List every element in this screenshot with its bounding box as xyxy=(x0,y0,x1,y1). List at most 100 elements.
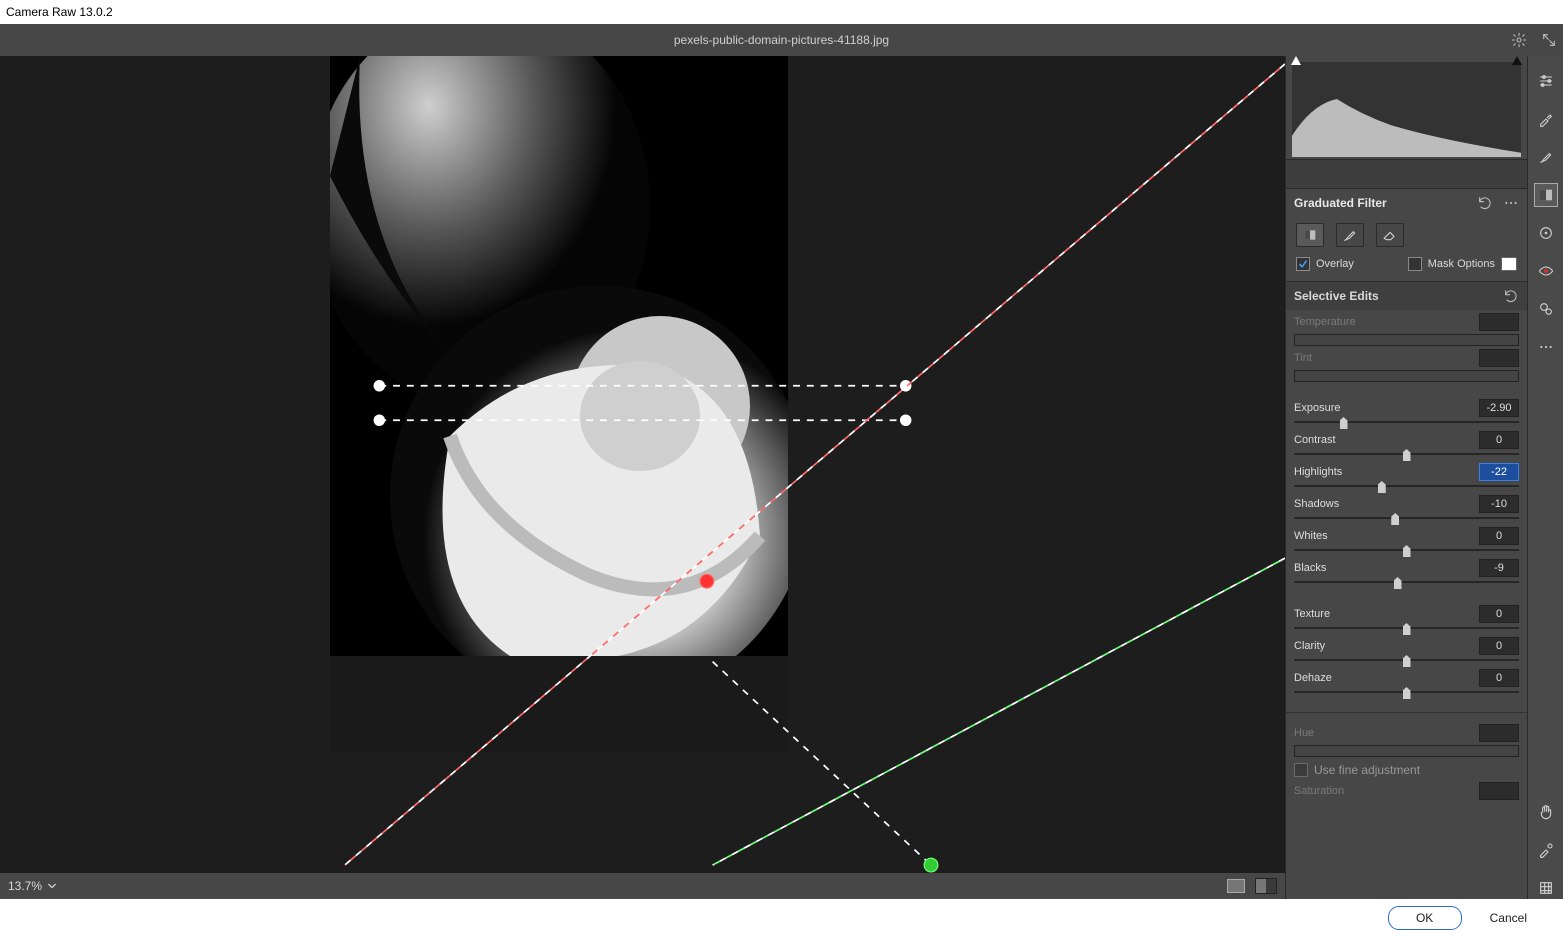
mask-color-swatch[interactable] xyxy=(1501,257,1517,271)
contrast-slider[interactable]: Contrast0 xyxy=(1294,432,1519,460)
slider-label: Dehaze xyxy=(1294,672,1332,684)
redeye-icon[interactable] xyxy=(1535,260,1557,282)
right-toolstrip xyxy=(1527,56,1563,899)
highlights-value[interactable]: -22 xyxy=(1479,463,1519,481)
slider-track[interactable] xyxy=(1294,416,1519,428)
workspace: 13.7% xyxy=(0,56,1563,899)
split-view-icon[interactable] xyxy=(1255,878,1277,894)
cancel-button[interactable]: Cancel xyxy=(1490,911,1527,925)
erase-mask-icon[interactable] xyxy=(1376,223,1404,247)
slider-track[interactable] xyxy=(1294,654,1519,666)
exposure-slider[interactable]: Exposure -2.90 xyxy=(1294,400,1519,428)
blacks-slider[interactable]: Blacks -9 xyxy=(1294,560,1519,588)
slider-label: Exposure xyxy=(1294,402,1340,414)
overlay-label: Overlay xyxy=(1316,258,1354,270)
selective-edits-title: Selective Edits xyxy=(1294,289,1379,303)
zoom-value: 13.7% xyxy=(8,879,42,893)
adjustments-scrollpane[interactable]: Selective Edits Temperature xyxy=(1286,281,1527,899)
tint-value xyxy=(1479,349,1519,367)
shadow-clip-icon[interactable] xyxy=(1290,56,1302,66)
whites-slider[interactable]: Whites 0 xyxy=(1294,528,1519,556)
more-icon[interactable] xyxy=(1503,195,1519,211)
ok-button[interactable]: OK xyxy=(1388,906,1462,930)
slider-track xyxy=(1294,370,1519,382)
zoom-dropdown[interactable]: 13.7% xyxy=(0,879,64,893)
shadows-slider[interactable]: Shadows -10 xyxy=(1294,496,1519,524)
before-after-toggle-icon[interactable] xyxy=(1227,879,1245,893)
blacks-value[interactable]: -9 xyxy=(1479,559,1519,577)
highlight-clip-icon[interactable] xyxy=(1511,56,1523,66)
slider-label: Highlights xyxy=(1294,466,1342,478)
brush-mask-icon[interactable] xyxy=(1336,223,1364,247)
window-title: Camera Raw 13.0.2 xyxy=(6,5,113,19)
overlay-checkbox[interactable]: Overlay xyxy=(1296,257,1354,271)
main-area: pexels-public-domain-pictures-41188.jpg xyxy=(0,24,1563,899)
hand-tool-icon[interactable] xyxy=(1535,801,1557,823)
slider-track[interactable] xyxy=(1294,544,1519,556)
slider-label: Texture xyxy=(1294,608,1330,620)
slider-track[interactable] xyxy=(1294,512,1519,524)
fine-adjustment-checkbox: Use fine adjustment xyxy=(1294,763,1519,777)
graduated-filter-icon[interactable] xyxy=(1535,184,1557,206)
fullscreen-icon[interactable] xyxy=(1541,32,1557,48)
slider-label: Blacks xyxy=(1294,562,1326,574)
mask-options-checkbox[interactable]: Mask Options xyxy=(1408,257,1517,271)
grid-icon[interactable] xyxy=(1535,877,1557,899)
settings-icon[interactable] xyxy=(1511,32,1527,48)
panel-spacer xyxy=(1286,159,1527,189)
clarity-value[interactable]: 0 xyxy=(1479,637,1519,655)
reset-section-icon[interactable] xyxy=(1503,288,1519,304)
dehaze-slider[interactable]: Dehaze 0 xyxy=(1294,670,1519,698)
texture-value[interactable]: 0 xyxy=(1479,605,1519,623)
mask-mode-row xyxy=(1286,217,1527,253)
highlights-slider[interactable]: Highlights -22 xyxy=(1294,464,1519,492)
slider-track xyxy=(1294,334,1519,346)
temperature-slider: Temperature xyxy=(1294,314,1519,346)
more-tools-icon[interactable] xyxy=(1535,336,1557,358)
spot-removal-icon[interactable] xyxy=(1535,298,1557,320)
dehaze-value[interactable]: 0 xyxy=(1479,669,1519,687)
hue-value xyxy=(1479,724,1519,742)
whites-value[interactable]: 0 xyxy=(1479,527,1519,545)
detail-sliders: Texture0Clarity0Dehaze0 xyxy=(1286,602,1527,712)
eyedropper-icon[interactable] xyxy=(1535,108,1557,130)
clarity-slider[interactable]: Clarity0 xyxy=(1294,638,1519,666)
checkbox-icon xyxy=(1296,257,1310,271)
saturation-value xyxy=(1479,782,1519,800)
color-sampler-icon[interactable] xyxy=(1535,839,1557,861)
checkbox-icon xyxy=(1408,257,1422,271)
mask-options-label: Mask Options xyxy=(1428,258,1495,270)
slider-label: Whites xyxy=(1294,530,1328,542)
radial-filter-icon[interactable] xyxy=(1535,222,1557,244)
hue-sat-disabled: Hue Use fine adjustment Saturation xyxy=(1286,712,1527,813)
slider-track[interactable] xyxy=(1294,622,1519,634)
checkbox-icon xyxy=(1294,763,1308,777)
topbar-right-icons xyxy=(1511,32,1557,48)
document-topbar: pexels-public-domain-pictures-41188.jpg xyxy=(0,24,1563,56)
slider-label: Shadows xyxy=(1294,498,1339,510)
saturation-slider: Saturation xyxy=(1294,783,1519,799)
statusbar: 13.7% xyxy=(0,873,1285,899)
texture-slider[interactable]: Texture 0 xyxy=(1294,606,1519,634)
image-stage[interactable] xyxy=(0,56,1285,873)
contrast-value[interactable]: 0 xyxy=(1479,431,1519,449)
reset-icon[interactable] xyxy=(1477,195,1493,211)
new-mask-icon[interactable] xyxy=(1296,223,1324,247)
tone-sliders: Exposure -2.90 Contrast0 Highlights -22 Shado… xyxy=(1286,396,1527,602)
stage-wrap: 13.7% xyxy=(0,56,1285,899)
edit-sliders-icon[interactable] xyxy=(1535,70,1557,92)
brush-icon[interactable] xyxy=(1535,146,1557,168)
slider-track[interactable] xyxy=(1294,448,1519,460)
exposure-value[interactable]: -2.90 xyxy=(1479,399,1519,417)
histogram[interactable] xyxy=(1292,62,1521,157)
right-panel: Graduated Filter xyxy=(1285,56,1527,899)
slider-track[interactable] xyxy=(1294,686,1519,698)
status-right xyxy=(1227,878,1277,894)
slider-track[interactable] xyxy=(1294,480,1519,492)
temperature-value xyxy=(1479,313,1519,331)
mask-options-row: Overlay Mask Options xyxy=(1286,253,1527,281)
app-root: Camera Raw 13.0.2 pexels-public-domain-p… xyxy=(0,0,1563,937)
shadows-value[interactable]: -10 xyxy=(1479,495,1519,513)
slider-track[interactable] xyxy=(1294,576,1519,588)
image-canvas[interactable] xyxy=(330,56,788,753)
